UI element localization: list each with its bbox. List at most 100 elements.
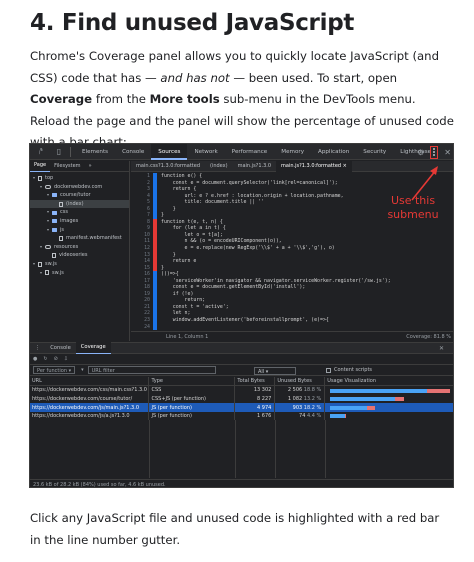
clear-icon[interactable]: ⊘ bbox=[54, 356, 58, 362]
file-icon bbox=[45, 270, 49, 276]
unused-bytes-value: 1 082 bbox=[287, 395, 303, 402]
unused-percent: 18.8 % bbox=[303, 387, 322, 394]
editor-coverage-readout: Coverage: 81.8 % bbox=[406, 334, 451, 340]
usage-bar bbox=[327, 395, 453, 404]
inspect-icon[interactable]: ⭚ bbox=[34, 145, 48, 159]
navigator-tab[interactable]: » bbox=[85, 161, 96, 172]
file-icon bbox=[38, 175, 42, 181]
line-number[interactable]: 24 bbox=[131, 324, 153, 331]
tab-application[interactable]: Application bbox=[311, 144, 356, 160]
tab-performance[interactable]: Performance bbox=[225, 144, 274, 160]
table-row[interactable]: https://dockerwebdev.com/css/main.css?1.… bbox=[30, 385, 453, 395]
tab-security[interactable]: Security bbox=[356, 144, 393, 160]
tree-item[interactable]: ▾ resources bbox=[30, 243, 129, 252]
tree-item-label: css bbox=[60, 209, 68, 216]
file-icon bbox=[38, 261, 42, 267]
used-portion-bar bbox=[330, 388, 428, 393]
editor-status-bar: Line 1, Column 1 Coverage: 81.8 % bbox=[131, 331, 453, 341]
tree-item-label: top bbox=[45, 175, 54, 181]
used-portion-bar bbox=[330, 397, 395, 402]
unused-bytes-value: 2 506 bbox=[287, 387, 303, 394]
code-text: title: document.title || '' bbox=[161, 199, 265, 206]
type-select[interactable]: Per function ▾ bbox=[33, 366, 76, 374]
tree-item-label: sw.js bbox=[52, 269, 64, 276]
tree-item[interactable]: manifest.webmanifest bbox=[30, 234, 129, 243]
settings-gear-icon[interactable]: ⚙ bbox=[417, 148, 424, 157]
usage-bar bbox=[327, 386, 453, 395]
devtools-toolbar: ⭚ ▯ Elements Console Sources Network Perform… bbox=[30, 144, 453, 160]
table-column-lines bbox=[30, 420, 453, 478]
table-header-row: URL Type Total Bytes Unused Bytes Usage Visu… bbox=[30, 377, 453, 387]
drawer-menu-icon[interactable]: ⋮ bbox=[30, 343, 45, 354]
column-header[interactable]: Type bbox=[148, 377, 236, 387]
folder-icon bbox=[52, 219, 57, 224]
tree-item[interactable]: ▾ sw.js bbox=[30, 269, 129, 278]
toolbar-right: ⚙ ✕ bbox=[417, 144, 451, 160]
tree-item[interactable]: ▾ js bbox=[30, 226, 129, 235]
close-devtools-icon[interactable]: ✕ bbox=[444, 148, 451, 157]
tab-network[interactable]: Network bbox=[187, 144, 224, 160]
tree-item-label: manifest.webmanifest bbox=[66, 235, 122, 242]
column-header[interactable]: Total Bytes bbox=[234, 377, 276, 387]
column-header[interactable]: URL bbox=[30, 377, 150, 387]
column-header[interactable]: Unused Bytes bbox=[274, 377, 326, 387]
more-tools-term: More tools bbox=[149, 92, 220, 107]
unused-percent: 13.2 % bbox=[303, 395, 322, 402]
url-filter-input[interactable]: URL filter bbox=[87, 366, 216, 374]
tree-item[interactable]: (index) bbox=[30, 199, 129, 209]
table-row[interactable]: https://dockerwebdev.com/course/tutor/CS… bbox=[30, 394, 453, 404]
total-bytes-cell: 13 302 bbox=[234, 385, 276, 395]
content-scripts-checkbox[interactable]: Content scripts bbox=[326, 367, 372, 373]
editor-tab[interactable]: main.css?1.3.0:formatted bbox=[131, 161, 205, 172]
tree-item[interactable]: videoseries bbox=[30, 251, 129, 260]
unused-percent: 18.2 % bbox=[303, 404, 322, 411]
drawer-tabs: ⋮ Console Coverage ✕ bbox=[30, 342, 453, 354]
usage-visualization-cell bbox=[324, 385, 453, 395]
more-options-kebab-icon[interactable] bbox=[430, 145, 439, 159]
tree-item-label: images bbox=[60, 217, 79, 224]
navigator-tab[interactable]: Filesystem bbox=[50, 161, 84, 172]
tree-item[interactable]: ▾ sw.js bbox=[30, 260, 129, 269]
emphasis-text: and has not bbox=[160, 70, 230, 85]
coverage-filter-bar: Per function ▾ ▾ URL filter All ▾ Conten… bbox=[30, 365, 453, 376]
editor-tab[interactable]: (index) bbox=[205, 161, 233, 172]
table-row[interactable]: https://dockerwebdev.com/js/main.js?1.3.… bbox=[30, 403, 453, 412]
tree-item-label: js bbox=[60, 226, 64, 233]
url-cell: https://dockerwebdev.com/course/tutor/ bbox=[30, 394, 150, 404]
tab-console[interactable]: Console bbox=[115, 144, 151, 160]
unused-portion-bar bbox=[344, 414, 346, 419]
tab-memory[interactable]: Memory bbox=[274, 144, 311, 160]
file-icon bbox=[59, 201, 63, 207]
navigator-tabs: Page Filesystem» bbox=[30, 161, 129, 172]
code-text: e = e.replace(new RegExp('\\$' + a + '\\… bbox=[161, 245, 335, 252]
unused-portion-bar bbox=[367, 405, 376, 410]
drawer-tab-coverage[interactable]: Coverage bbox=[75, 342, 111, 354]
record-icon[interactable]: ● bbox=[33, 356, 37, 362]
tree-item[interactable]: ▾ images bbox=[30, 217, 129, 226]
tree-item-label: course/tutor bbox=[60, 192, 91, 199]
export-icon[interactable]: ⇩ bbox=[64, 356, 68, 362]
file-icon bbox=[59, 235, 63, 241]
sources-navigator: Page Filesystem» ▾ top ▾ dockerwebdev.com ▾ co… bbox=[30, 161, 130, 341]
tree-item[interactable]: ▾ dockerwebdev.com bbox=[30, 183, 129, 192]
navigator-tab[interactable]: Page bbox=[30, 160, 51, 172]
tab-sources[interactable]: Sources bbox=[151, 144, 188, 160]
editor-tab[interactable]: main.js?1.3.0 bbox=[233, 161, 276, 172]
file-tree: ▾ top ▾ dockerwebdev.com ▾ course/tutor (index… bbox=[30, 172, 129, 277]
drawer-tab-console[interactable]: Console bbox=[45, 343, 76, 354]
tree-item[interactable]: ▾ top bbox=[30, 174, 129, 183]
used-portion-bar bbox=[330, 414, 345, 419]
tree-item[interactable]: ▾ course/tutor bbox=[30, 191, 129, 200]
editor-tab[interactable]: main.js?1.3.0:formatted × bbox=[276, 160, 352, 172]
content-type-select[interactable]: All ▾ bbox=[254, 366, 296, 375]
coverage-status-bar: 23.6 kB of 28.2 kB (84%) used so far, 4.… bbox=[30, 479, 453, 487]
close-drawer-icon[interactable]: ✕ bbox=[434, 343, 449, 354]
cloud-icon bbox=[45, 245, 51, 250]
tree-item[interactable]: ▾ css bbox=[30, 208, 129, 217]
tree-item-label: dockerwebdev.com bbox=[54, 183, 103, 190]
reload-icon[interactable]: ↻ bbox=[43, 356, 47, 362]
column-header[interactable]: Usage Visualization bbox=[324, 377, 453, 387]
tab-elements[interactable]: Elements bbox=[75, 144, 115, 160]
device-toggle-icon[interactable]: ▯ bbox=[52, 145, 66, 159]
url-cell: https://dockerwebdev.com/js/main.js?1.3.… bbox=[30, 403, 150, 412]
